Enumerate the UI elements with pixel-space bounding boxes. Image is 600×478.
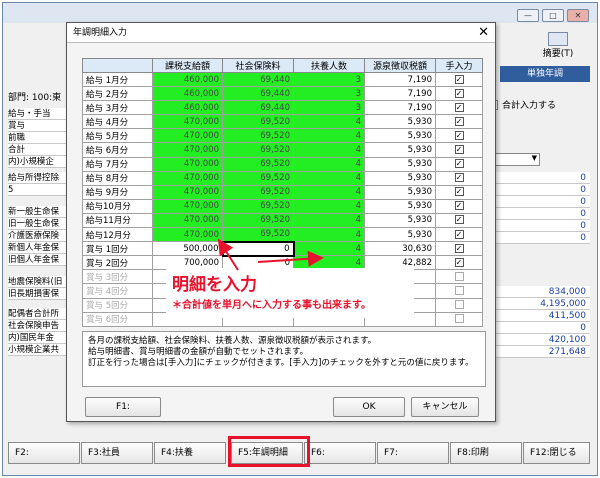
f8-print-button[interactable]: F8:印刷 <box>450 442 522 464</box>
f3-employee-button[interactable]: F3:社員 <box>81 442 153 464</box>
annotation-arrows <box>217 238 324 271</box>
arrow-to-social <box>257 250 324 267</box>
f5-highlight <box>228 436 310 467</box>
f2-button[interactable]: F2: <box>8 442 80 464</box>
arrow-to-bonus1 <box>217 238 239 271</box>
f12-close-button[interactable]: F12:閉じる <box>523 442 590 464</box>
f7-button[interactable]: F7: <box>377 442 449 464</box>
f4-dependents-button[interactable]: F4:扶養 <box>154 442 226 464</box>
f6-button[interactable]: F6: <box>304 442 376 464</box>
